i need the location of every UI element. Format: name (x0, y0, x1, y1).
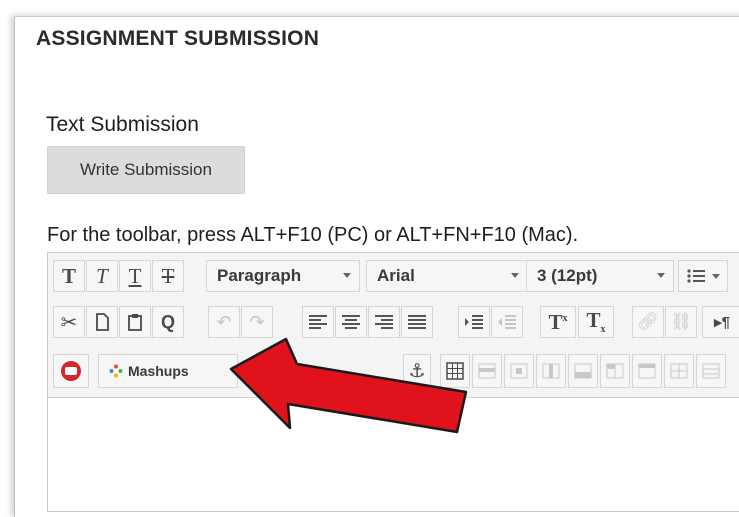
chevron-down-icon (511, 273, 519, 278)
strikethrough-button[interactable]: T (152, 260, 184, 292)
table-delete-icon (670, 363, 688, 379)
paragraph-direction-button[interactable]: ▸¶ (702, 306, 739, 338)
editor-toolbar: T T T T Paragraph Arial 3 (12pt) ✂ Q ↶ ↷… (48, 253, 739, 398)
cut-icon: ✂ (60, 311, 78, 334)
undo-button[interactable]: ↶ (208, 306, 240, 338)
table-row-before-button[interactable] (472, 354, 502, 388)
align-right-icon (375, 315, 393, 329)
outdent-button[interactable] (491, 306, 523, 338)
align-left-icon (309, 315, 327, 329)
undo-icon: ↶ (216, 311, 232, 332)
redo-icon: ↷ (249, 311, 265, 332)
anchor-icon: ⚓︎ (408, 360, 426, 382)
size-select[interactable]: 3 (12pt) (526, 260, 674, 292)
format-select-value: Paragraph (217, 266, 302, 285)
format-select[interactable]: Paragraph (206, 260, 360, 292)
italic-button[interactable]: T (86, 260, 118, 292)
mashups-icon (109, 364, 123, 378)
paste-icon (128, 314, 142, 331)
link-button[interactable]: 🔗︎ (632, 306, 664, 338)
text-submission-label: Text Submission (46, 113, 199, 136)
list-button[interactable] (678, 260, 728, 292)
align-right-button[interactable] (368, 306, 400, 338)
copy-icon (96, 313, 109, 331)
link-icon: 🔗︎ (637, 312, 659, 331)
table-properties-icon (638, 363, 656, 379)
table-split-button[interactable] (600, 354, 630, 388)
table-grid-icon (702, 363, 720, 379)
mashups-label: Mashups (128, 363, 189, 379)
size-select-value: 3 (12pt) (537, 266, 598, 285)
youtube-button[interactable] (53, 354, 89, 388)
superscript-icon: Tx (548, 309, 568, 334)
table-split-icon (606, 363, 624, 379)
paragraph-icon: ▸¶ (714, 314, 730, 331)
strikethrough-icon: T (161, 263, 175, 288)
youtube-icon (61, 361, 81, 381)
indent-icon (465, 315, 483, 329)
chevron-down-icon (657, 273, 665, 278)
chevron-down-icon (257, 369, 265, 374)
unlink-button[interactable]: ⛓︎ (665, 306, 697, 338)
subscript-icon: Tx (586, 308, 606, 336)
page-title: ASSIGNMENT SUBMISSION (36, 27, 320, 50)
anchor-button[interactable]: ⚓︎ (403, 354, 431, 388)
table-column-icon (542, 363, 560, 379)
align-justify-button[interactable] (401, 306, 433, 338)
table-props-button[interactable] (632, 354, 662, 388)
toolbar-hint: For the toolbar, press ALT+F10 (PC) or A… (47, 224, 579, 246)
write-submission-button[interactable]: Write Submission (47, 146, 245, 194)
align-center-icon (342, 315, 360, 329)
font-select[interactable]: Arial (366, 260, 528, 292)
table-cell-button[interactable] (504, 354, 534, 388)
text-editor[interactable]: T T T T Paragraph Arial 3 (12pt) ✂ Q ↶ ↷… (47, 252, 739, 512)
unlink-icon: ⛓︎ (670, 312, 692, 331)
table-col-button[interactable] (536, 354, 566, 388)
table-cell-icon (510, 363, 528, 379)
align-left-button[interactable] (302, 306, 334, 338)
mashups-select[interactable]: Mashups (98, 354, 265, 388)
paste-button[interactable] (119, 306, 151, 338)
align-justify-icon (408, 315, 426, 329)
table-delete-button[interactable] (664, 354, 694, 388)
outdent-icon (498, 315, 516, 329)
align-center-button[interactable] (335, 306, 367, 338)
editor-text-area[interactable] (48, 398, 739, 508)
table-more-button[interactable] (696, 354, 726, 388)
underline-icon: T (128, 263, 142, 288)
font-select-value: Arial (377, 266, 415, 285)
find-icon: Q (160, 311, 175, 332)
italic-icon: T (96, 263, 108, 288)
redo-button[interactable]: ↷ (241, 306, 273, 338)
table-button[interactable] (440, 354, 470, 388)
bold-button[interactable]: T (53, 260, 85, 292)
table-row-icon (478, 363, 496, 379)
underline-button[interactable]: T (119, 260, 151, 292)
chevron-down-icon (343, 273, 351, 278)
copy-button[interactable] (86, 306, 118, 338)
cut-button[interactable]: ✂ (53, 306, 85, 338)
indent-button[interactable] (458, 306, 490, 338)
table-merge-button[interactable] (568, 354, 598, 388)
bold-icon: T (61, 263, 76, 288)
superscript-button[interactable]: Tx (540, 306, 576, 338)
bullet-list-icon (687, 269, 705, 283)
subscript-button[interactable]: Tx (578, 306, 614, 338)
chevron-down-icon (712, 273, 720, 279)
table-icon (446, 362, 464, 380)
find-button[interactable]: Q (152, 306, 184, 338)
table-merge-icon (574, 363, 592, 379)
